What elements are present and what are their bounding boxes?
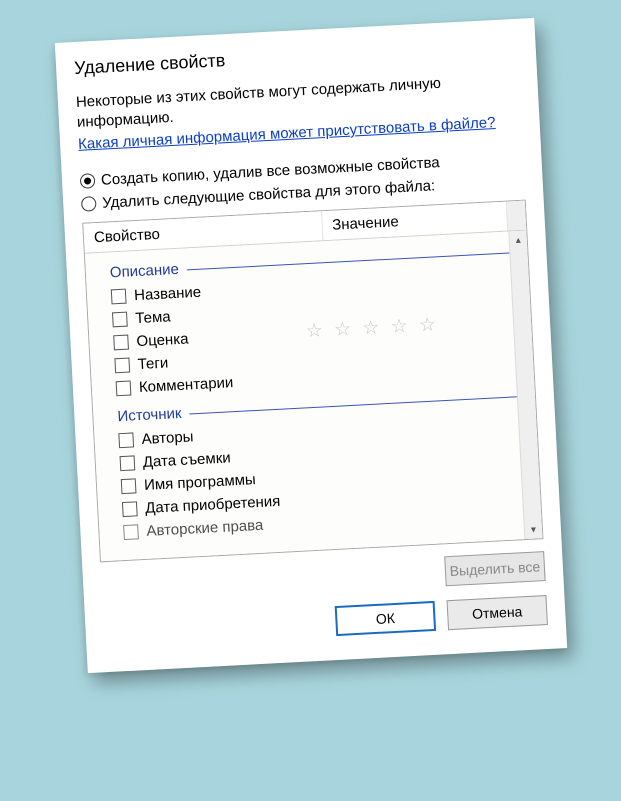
checkbox-icon[interactable] — [111, 312, 127, 328]
ok-button[interactable]: ОК — [334, 601, 435, 636]
checkbox-icon[interactable] — [121, 501, 137, 517]
item-label: Теги — [137, 355, 168, 374]
scroll-up-icon[interactable]: ▴ — [509, 231, 527, 250]
checkbox-icon[interactable] — [113, 335, 129, 351]
checkbox-icon[interactable] — [119, 455, 135, 471]
item-label: Тема — [134, 308, 170, 327]
list-body: Описание Название Тема Оценка Тег — [84, 231, 542, 562]
checkbox-icon[interactable] — [110, 289, 126, 305]
checkbox-icon[interactable] — [120, 478, 136, 494]
checkbox-icon[interactable] — [118, 432, 134, 448]
checkbox-icon[interactable] — [114, 358, 130, 374]
checkbox-icon[interactable] — [115, 380, 131, 396]
item-label: Дата съемки — [142, 449, 231, 471]
item-label: Авторы — [141, 428, 194, 448]
cancel-button[interactable]: Отмена — [446, 595, 547, 630]
item-label: Имя программы — [143, 471, 256, 494]
group-description-label: Описание — [109, 261, 179, 282]
select-all-button[interactable]: Выделить все — [444, 551, 545, 586]
scroll-down-icon[interactable]: ▾ — [524, 520, 542, 539]
item-label: Комментарии — [138, 374, 233, 396]
properties-list: Свойство Значение Описание Название Тема — [82, 200, 543, 563]
radio-icon-unselected — [80, 196, 96, 212]
remove-properties-dialog: Удаление свойств Некоторые из этих свойс… — [54, 18, 566, 673]
item-label: Авторские права — [146, 517, 264, 540]
group-source-label: Источник — [117, 405, 182, 425]
item-label: Оценка — [136, 330, 189, 350]
item-label: Название — [133, 284, 201, 304]
radio-icon-selected — [79, 173, 95, 189]
checkbox-icon[interactable] — [123, 524, 139, 540]
scroll-header-spacer — [506, 201, 525, 231]
